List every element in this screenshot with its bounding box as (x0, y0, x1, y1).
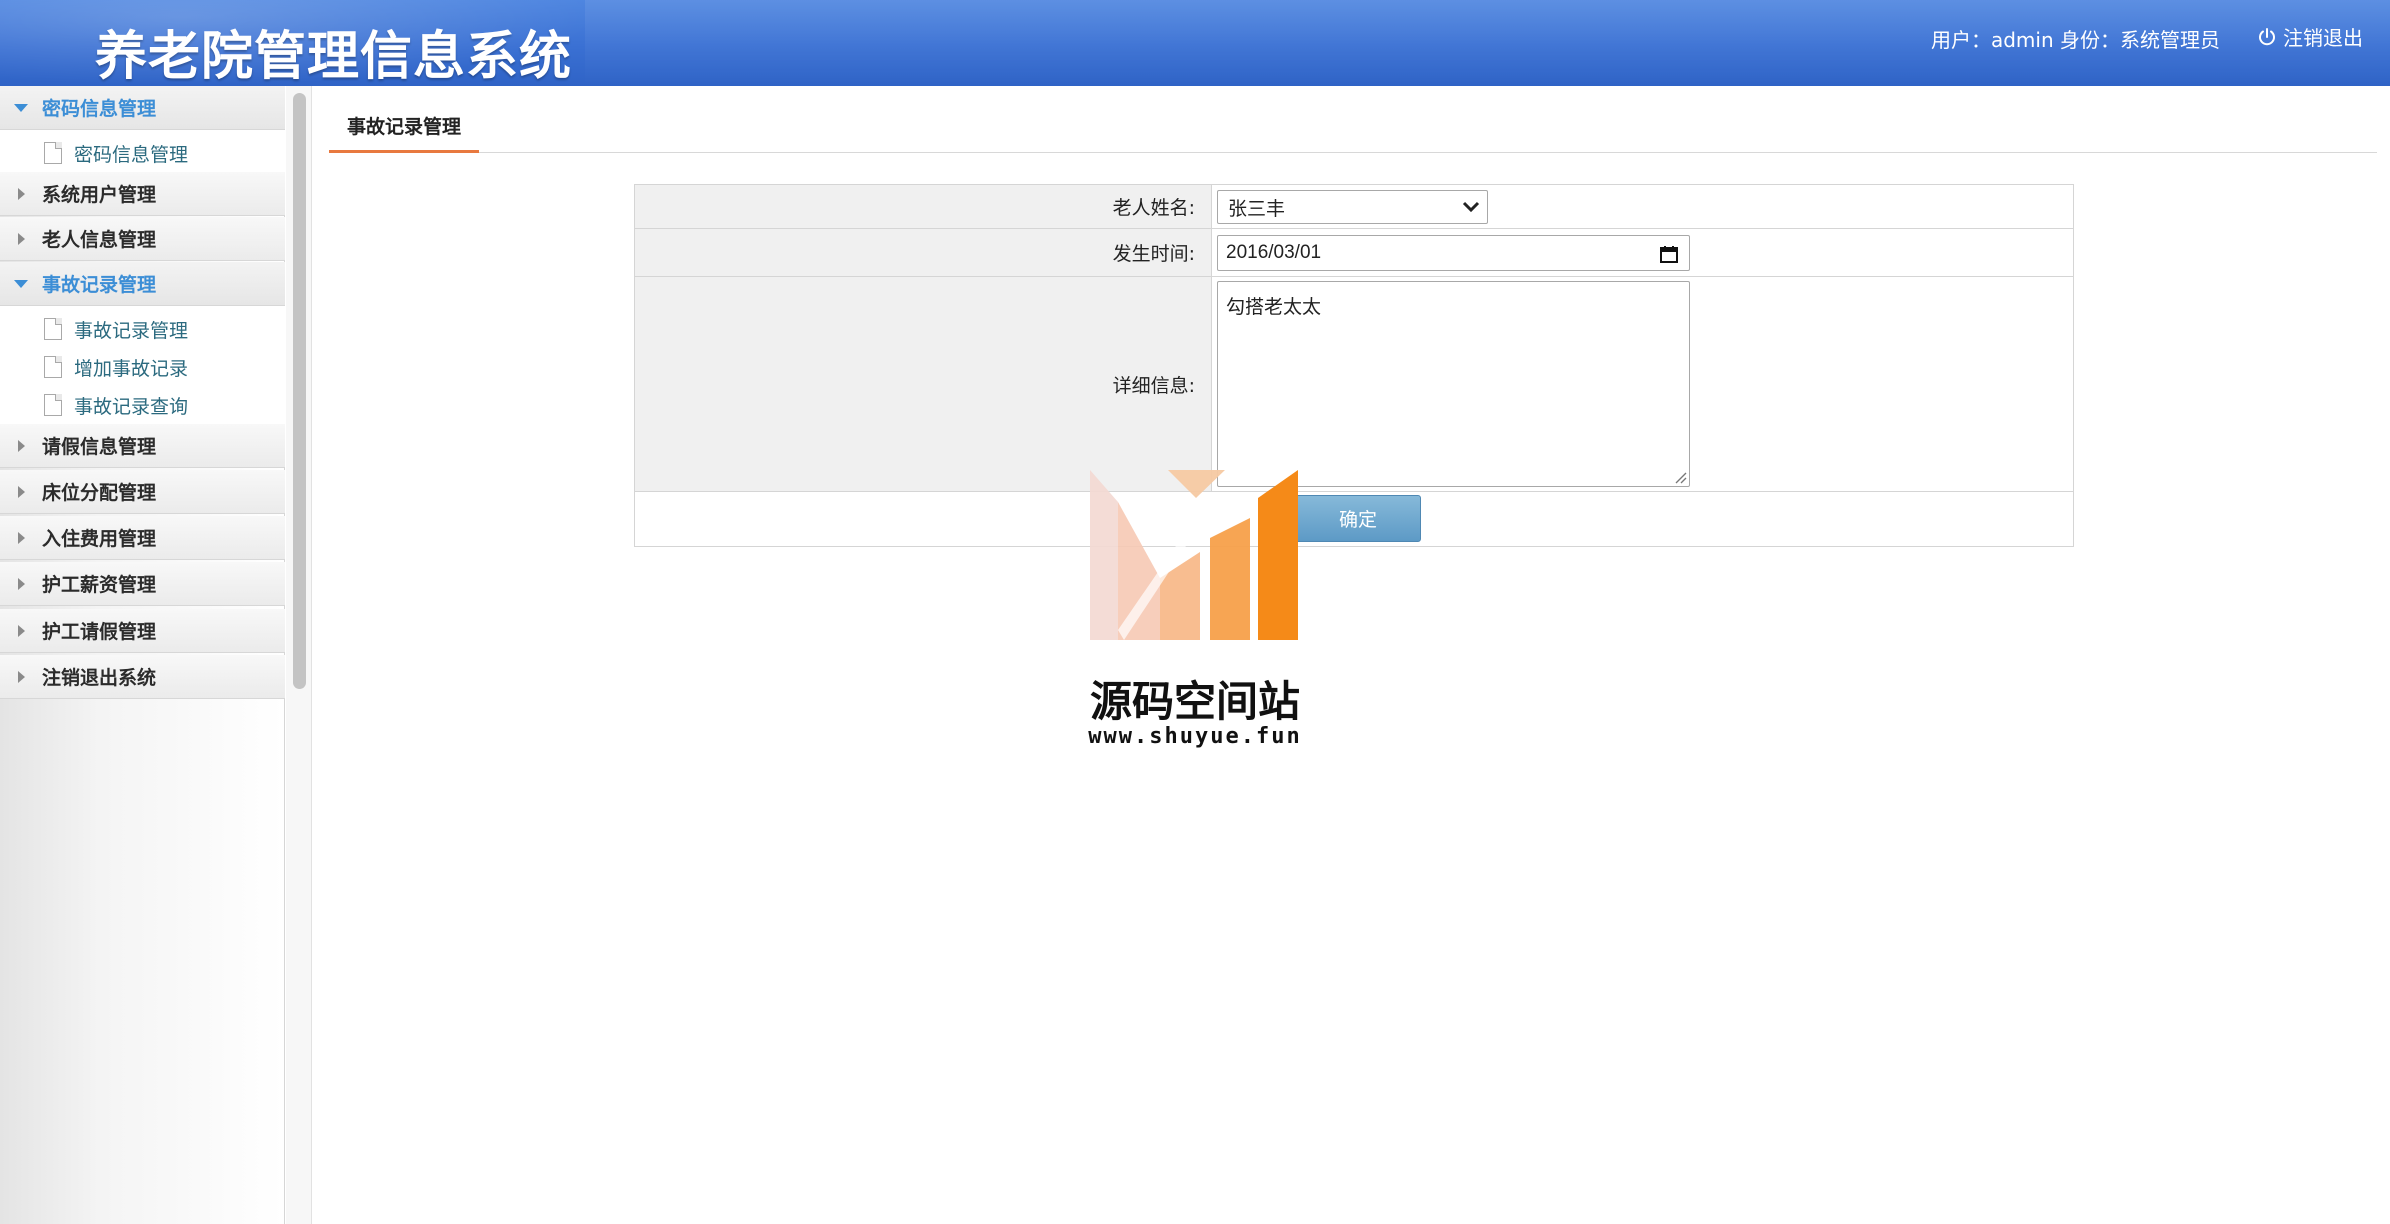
menu-head-label: 入住费用管理 (42, 528, 157, 550)
chevron-down-icon (1462, 201, 1480, 213)
detail-label: 详细信息: (635, 277, 1212, 491)
time-label: 发生时间: (635, 229, 1212, 276)
menu-head-label: 老人信息管理 (42, 229, 157, 251)
menu-head-elders[interactable]: 老人信息管理 (0, 217, 285, 261)
menu-head-label: 事故记录管理 (42, 274, 157, 296)
user-info: 用户：admin 身份：系统管理员 (1930, 28, 2220, 52)
app-title: 养老院管理信息系统 (95, 27, 573, 86)
menu-head-label: 床位分配管理 (42, 482, 157, 504)
menu-group-beds: 床位分配管理 (0, 470, 285, 514)
sidebar-item-accident-add[interactable]: 增加事故记录 (0, 348, 285, 386)
menu-head-salary[interactable]: 护工薪资管理 (0, 562, 285, 606)
sidebar-item-label: 事故记录查询 (74, 395, 189, 418)
menu-head-password[interactable]: 密码信息管理 (0, 86, 285, 130)
form-row-detail: 详细信息: 勾搭老太太 (635, 277, 2073, 492)
menu-group-leave: 请假信息管理 (0, 424, 285, 468)
document-icon (44, 394, 62, 416)
menu-head-label: 系统用户管理 (42, 184, 157, 206)
document-icon (44, 318, 62, 340)
menu-head-caregiver-leave[interactable]: 护工请假管理 (0, 609, 285, 653)
sidebar: 密码信息管理 密码信息管理 系统用户管理 老人信息管理 事故记录管理 事故记录管… (0, 86, 285, 1224)
accident-form: 老人姓名: 张三丰 发生时间: 2016/03/01 详细信息: 勾搭老太太 确… (634, 184, 2074, 547)
menu-head-label: 护工薪资管理 (42, 574, 157, 596)
sidebar-item-label: 事故记录管理 (74, 319, 189, 342)
menu-head-accidents[interactable]: 事故记录管理 (0, 262, 285, 306)
menu-group-logout: 注销退出系统 (0, 655, 285, 699)
watermark-logo-icon (1090, 470, 1298, 640)
document-icon (44, 142, 62, 164)
time-date-input[interactable]: 2016/03/01 (1217, 235, 1690, 271)
menu-group-fees: 入住费用管理 (0, 516, 285, 560)
logout-link[interactable]: 注销退出 (2257, 22, 2363, 51)
submenu-accidents: 事故记录管理 增加事故记录 事故记录查询 (0, 306, 285, 429)
sidebar-item-label: 增加事故记录 (74, 357, 189, 380)
menu-group-system-users: 系统用户管理 (0, 172, 285, 216)
collapsed-arrow-icon (0, 577, 42, 590)
power-icon (2259, 27, 2275, 45)
collapsed-arrow-icon (0, 670, 42, 683)
menu-head-beds[interactable]: 床位分配管理 (0, 470, 285, 514)
collapsed-arrow-icon (0, 624, 42, 637)
expanded-arrow-icon (0, 103, 42, 112)
elder-name-label: 老人姓名: (635, 185, 1212, 228)
time-value: 2016/03/01 (1226, 242, 1322, 263)
menu-head-label: 密码信息管理 (42, 98, 157, 120)
sidebar-scrollbar-thumb[interactable] (293, 93, 306, 689)
detail-value: 勾搭老太太 (1226, 296, 1322, 318)
collapsed-arrow-icon (0, 485, 42, 498)
menu-head-system-users[interactable]: 系统用户管理 (0, 172, 285, 216)
sidebar-item-accident-manage[interactable]: 事故记录管理 (0, 310, 285, 348)
calendar-icon[interactable] (1659, 244, 1679, 264)
menu-head-label: 注销退出系统 (42, 667, 157, 689)
menu-head-logout[interactable]: 注销退出系统 (0, 655, 285, 699)
sidebar-item-password-info[interactable]: 密码信息管理 (0, 134, 285, 172)
form-row-time: 发生时间: 2016/03/01 (635, 229, 2073, 277)
sidebar-scrollbar[interactable] (286, 86, 312, 1224)
watermark-name: 源码空间站 (1089, 677, 1300, 726)
form-row-elder-name: 老人姓名: 张三丰 (635, 185, 2073, 229)
menu-group-password: 密码信息管理 密码信息管理 (0, 86, 285, 177)
menu-group-elders: 老人信息管理 (0, 217, 285, 261)
tab-bar: 事故记录管理 (329, 100, 2377, 153)
confirm-button[interactable]: 确定 (1295, 495, 1421, 542)
menu-head-label: 请假信息管理 (42, 436, 157, 458)
form-row-actions: 确定 (635, 492, 2073, 546)
watermark-url: www.shuyue.fun (1088, 724, 1302, 749)
collapsed-arrow-icon (0, 531, 42, 544)
expanded-arrow-icon (0, 279, 42, 288)
menu-head-leave[interactable]: 请假信息管理 (0, 424, 285, 468)
menu-group-accidents: 事故记录管理 事故记录管理 增加事故记录 事故记录查询 (0, 262, 285, 429)
tab-accident-manage[interactable]: 事故记录管理 (329, 100, 479, 153)
top-header: 养老院管理信息系统 用户：admin 身份：系统管理员 注销退出 (0, 0, 2390, 86)
menu-head-fees[interactable]: 入住费用管理 (0, 516, 285, 560)
resize-handle-icon[interactable] (1673, 470, 1687, 484)
menu-group-caregiver-leave: 护工请假管理 (0, 609, 285, 653)
collapsed-arrow-icon (0, 439, 42, 452)
detail-textarea[interactable]: 勾搭老太太 (1217, 281, 1690, 487)
menu-group-salary: 护工薪资管理 (0, 562, 285, 606)
sidebar-item-accident-query[interactable]: 事故记录查询 (0, 386, 285, 424)
menu-head-label: 护工请假管理 (42, 621, 157, 643)
elder-name-selected-value: 张三丰 (1228, 197, 1286, 220)
elder-name-select[interactable]: 张三丰 (1217, 190, 1488, 224)
document-icon (44, 356, 62, 378)
submenu-password: 密码信息管理 (0, 130, 285, 177)
sidebar-item-label: 密码信息管理 (74, 143, 189, 166)
collapsed-arrow-icon (0, 187, 42, 200)
logout-label: 注销退出 (2283, 26, 2363, 50)
collapsed-arrow-icon (0, 232, 42, 245)
